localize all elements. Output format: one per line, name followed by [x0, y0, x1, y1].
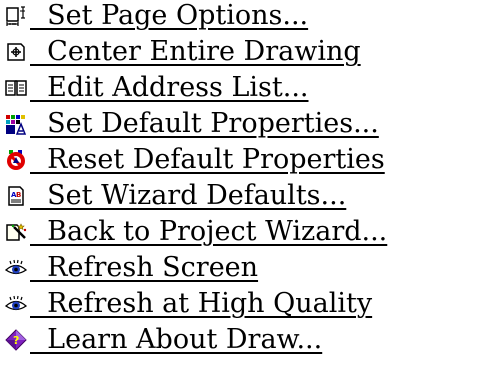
menu-item-label: Learn About Draw... — [30, 324, 323, 355]
address-book-icon — [5, 77, 27, 99]
svg-text:?: ? — [13, 334, 19, 347]
wizard-defaults-icon: A B — [5, 185, 27, 207]
menu-item-set-page-options[interactable]: Set Page Options... — [0, 0, 481, 36]
center-drawing-icon — [5, 41, 27, 63]
menu-item-back-to-project-wizard[interactable]: Back to Project Wizard... — [0, 216, 481, 252]
default-properties-icon — [5, 113, 27, 135]
eye-icon — [5, 293, 27, 315]
menu-item-label: Set Wizard Defaults... — [30, 180, 347, 211]
page-options-icon — [5, 5, 27, 27]
menu-item-label: Refresh Screen — [30, 252, 259, 283]
menu-item-set-default-properties[interactable]: Set Default Properties... — [0, 108, 481, 144]
eye-icon — [5, 257, 27, 279]
reset-properties-icon — [5, 149, 27, 171]
menu-item-label: Back to Project Wizard... — [30, 216, 388, 247]
menu-item-edit-address-list[interactable]: Edit Address List... — [0, 72, 481, 108]
help-diamond-icon: ? — [5, 329, 27, 351]
menu-item-label: Edit Address List... — [30, 72, 309, 103]
menu-item-refresh-screen[interactable]: Refresh Screen — [0, 252, 481, 288]
menu-item-label: Center Entire Drawing — [30, 36, 361, 67]
menu-item-center-entire-drawing[interactable]: Center Entire Drawing — [0, 36, 481, 72]
menu-item-label: Reset Default Properties — [30, 144, 385, 175]
menu-item-label: Refresh at High Quality — [30, 288, 373, 319]
menu-item-learn-about-draw[interactable]: ? Learn About Draw... — [0, 324, 481, 360]
project-wizard-icon — [5, 221, 27, 243]
menu-item-refresh-high-quality[interactable]: Refresh at High Quality — [0, 288, 481, 324]
svg-text:B: B — [16, 191, 21, 199]
menu-item-set-wizard-defaults[interactable]: A B Set Wizard Defaults... — [0, 180, 481, 216]
menu-item-reset-default-properties[interactable]: Reset Default Properties — [0, 144, 481, 180]
menu-item-label: Set Page Options... — [30, 0, 309, 31]
menu-item-label: Set Default Properties... — [30, 108, 379, 139]
